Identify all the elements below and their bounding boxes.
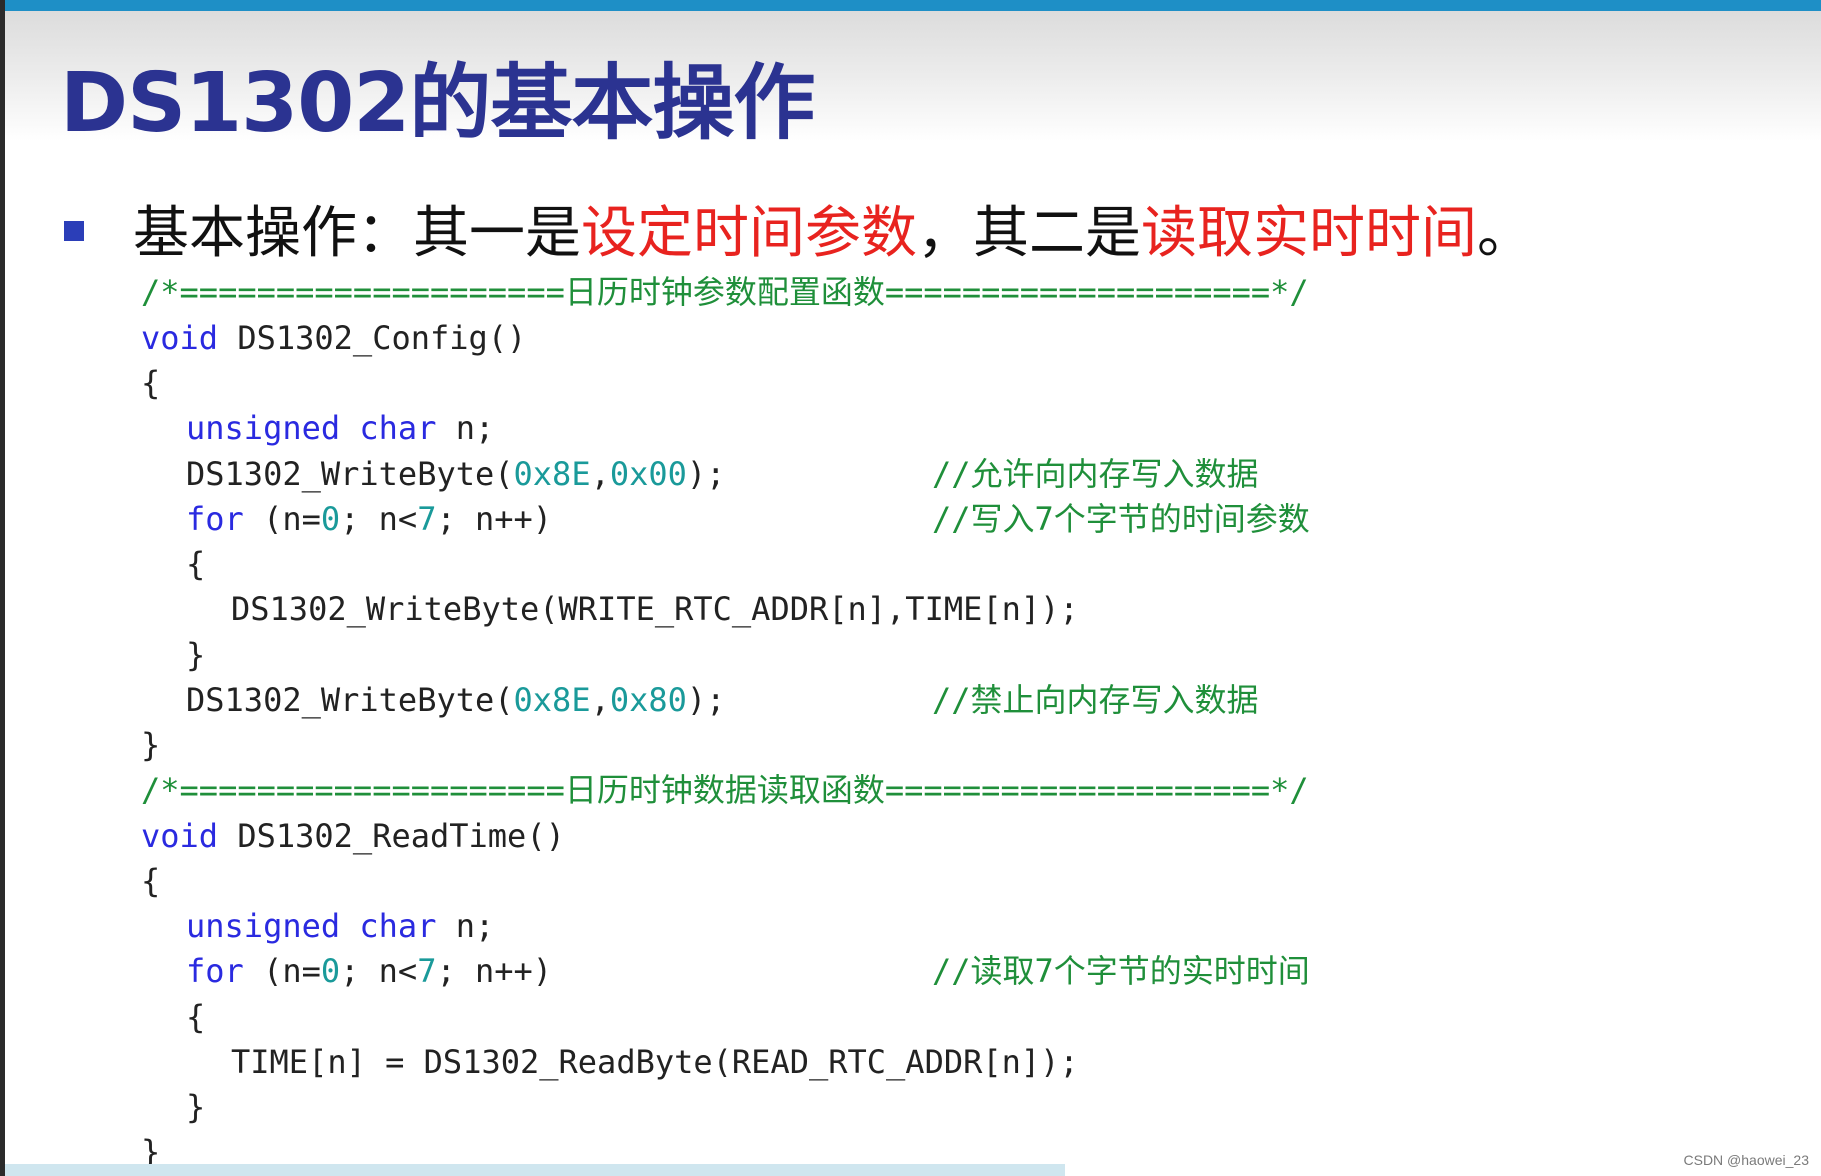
config-function-signature: void DS1302_Config() xyxy=(141,316,526,361)
write-enable-statement: DS1302_WriteByte(0x8E,0x00); xyxy=(186,452,725,497)
slide-left-edge xyxy=(0,0,5,1176)
write-protect-value: 0x80 xyxy=(609,681,687,719)
for-loop-limit: 7 xyxy=(417,952,437,990)
bullet-text: 基本操作：其一是设定时间参数，其二是读取实时时间。 xyxy=(133,188,1533,269)
csdn-watermark: CSDN @haowei_23 xyxy=(1683,1152,1810,1168)
keyword-for: for xyxy=(186,952,244,990)
keyword-unsigned: unsigned xyxy=(186,409,341,447)
config-open-brace: { xyxy=(141,364,161,402)
write-enable-sep: , xyxy=(590,455,610,493)
for-loop-init: (n= xyxy=(243,952,321,990)
for-loop-incr: ; n++) xyxy=(436,500,553,538)
for-loop-incr: ; n++) xyxy=(436,952,553,990)
for-loop-cond: ; n< xyxy=(340,952,418,990)
write-enable-post: ); xyxy=(686,455,726,493)
keyword-void: void xyxy=(141,319,219,357)
config-decl-rest: n; xyxy=(436,409,495,447)
read-for-comment: //读取7个字节的实时时间 xyxy=(932,952,1310,990)
config-variable-declaration: unsigned char n; xyxy=(186,406,494,451)
read-open-brace: { xyxy=(141,862,161,900)
write-enable-comment: //允许向内存写入数据 xyxy=(932,455,1259,493)
read-variable-declaration: unsigned char n; xyxy=(186,904,494,949)
bullet-text-part1: 基本操作：其一是 xyxy=(133,201,581,266)
write-protect-post: ); xyxy=(686,681,726,719)
keyword-unsigned: unsigned xyxy=(186,907,341,945)
slide-top-bar xyxy=(5,0,1821,11)
config-loop-open-brace: { xyxy=(186,545,206,583)
config-function-name: DS1302_Config() xyxy=(218,319,527,357)
write-protect-address: 0x8E xyxy=(513,681,591,719)
config-close-brace: } xyxy=(141,726,161,764)
bullet-text-part2: ，其二是 xyxy=(917,201,1141,266)
read-decl-rest: n; xyxy=(436,907,495,945)
for-loop-init: (n= xyxy=(243,500,321,538)
read-function-signature: void DS1302_ReadTime() xyxy=(141,814,565,859)
write-enable-address: 0x8E xyxy=(513,455,591,493)
write-enable-value: 0x00 xyxy=(609,455,687,493)
keyword-char: char xyxy=(359,907,437,945)
bottom-strip xyxy=(5,1164,1065,1176)
write-protect-call: DS1302_WriteByte( xyxy=(186,681,514,719)
keyword-void: void xyxy=(141,817,219,855)
write-protect-sep: , xyxy=(590,681,610,719)
read-header-comment: /*====================日历时钟数据读取函数========… xyxy=(141,771,1309,809)
read-loop-open-brace: { xyxy=(186,998,206,1036)
for-loop-start: 0 xyxy=(320,500,341,538)
write-protect-comment: //禁止向内存写入数据 xyxy=(932,681,1259,719)
config-for-loop: for (n=0; n<7; n++) xyxy=(186,497,552,542)
config-loop-close-brace: } xyxy=(186,636,206,674)
config-for-comment: //写入7个字节的时间参数 xyxy=(932,500,1310,538)
write-protect-statement: DS1302_WriteByte(0x8E,0x80); xyxy=(186,678,725,723)
read-for-loop: for (n=0; n<7; n++) xyxy=(186,949,552,994)
bullet-highlight-read-time: 读取实时时间 xyxy=(1141,201,1477,266)
bullet-highlight-set-time: 设定时间参数 xyxy=(581,201,917,266)
keyword-char: char xyxy=(359,409,437,447)
for-loop-limit: 7 xyxy=(417,500,437,538)
bullet-text-part3: 。 xyxy=(1477,201,1533,266)
config-loop-write-statement: DS1302_WriteByte(WRITE_RTC_ADDR[n],TIME[… xyxy=(231,590,1079,628)
for-loop-start: 0 xyxy=(320,952,341,990)
read-function-name: DS1302_ReadTime() xyxy=(218,817,565,855)
keyword-for: for xyxy=(186,500,244,538)
for-loop-cond: ; n< xyxy=(340,500,418,538)
read-loop-statement: TIME[n] = DS1302_ReadByte(READ_RTC_ADDR[… xyxy=(231,1043,1079,1081)
slide-title: DS1302的基本操作 xyxy=(60,56,815,151)
bullet-square-icon xyxy=(64,221,84,241)
read-loop-close-brace: } xyxy=(186,1088,206,1126)
write-enable-call: DS1302_WriteByte( xyxy=(186,455,514,493)
config-header-comment: /*====================日历时钟参数配置函数========… xyxy=(141,273,1309,311)
